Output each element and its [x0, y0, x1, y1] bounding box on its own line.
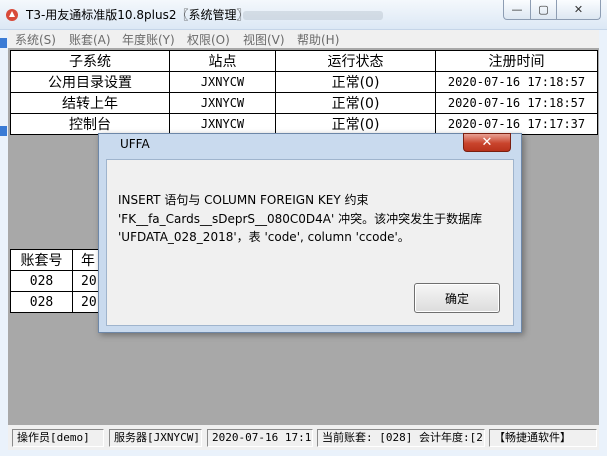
column-header: 站点 — [169, 50, 276, 72]
status-current-account: 当前账套: [028] 会计年度:[2 — [317, 429, 485, 447]
dialog-message-line: INSERT 语句与 COLUMN FOREIGN KEY 约束 — [118, 193, 369, 207]
table-cell: 结转上年 — [10, 92, 170, 114]
table-header: 子系统 站点 运行状态 注册时间 — [10, 50, 598, 72]
subsystem-table: 子系统 站点 运行状态 注册时间 公用目录设置 JXNYCW 正常(0) 202… — [10, 50, 598, 135]
maximize-button[interactable]: ▢ — [530, 0, 557, 20]
menu-view[interactable]: 视图(V) — [243, 31, 285, 48]
table-cell: JXNYCW — [169, 113, 276, 135]
menu-system[interactable]: 系统(S) — [15, 31, 56, 48]
column-header: 子系统 — [10, 50, 170, 72]
status-datetime: 2020-07-16 17:19 — [207, 429, 313, 447]
dialog-message-line: 'FK__fa_Cards__sDeprS__080C0D4A' 冲突。该冲突发… — [118, 212, 483, 226]
maximize-icon: ▢ — [538, 3, 549, 16]
table-cell: JXNYCW — [169, 71, 276, 93]
minimize-icon: — — [511, 3, 523, 16]
status-server: 服务器[JXNYCW] — [109, 429, 202, 447]
column-header: 注册时间 — [435, 50, 598, 72]
title-blur-overlay — [243, 11, 383, 20]
close-icon: ✕ — [481, 135, 493, 150]
menu-help[interactable]: 帮助(H) — [297, 31, 339, 48]
minimize-button[interactable]: — — [503, 0, 531, 20]
dialog-close-button[interactable]: ✕ — [463, 133, 511, 152]
table-row[interactable]: 控制台 JXNYCW 正常(0) 2020-07-16 17:17:37 — [10, 113, 598, 135]
close-icon: ✕ — [573, 3, 584, 16]
app-icon — [5, 7, 19, 21]
ok-button[interactable]: 确定 — [414, 283, 500, 313]
table-row[interactable]: 公用目录设置 JXNYCW 正常(0) 2020-07-16 17:18:57 — [10, 71, 598, 93]
table-cell: 控制台 — [10, 113, 170, 135]
table-cell: 正常(0) — [275, 113, 436, 135]
dialog-title: UFFA — [120, 137, 150, 151]
table-cell: JXNYCW — [169, 92, 276, 114]
table-cell: 2020-07-16 17:17:37 — [435, 113, 598, 135]
menu-account[interactable]: 账套(A) — [69, 31, 111, 48]
table-cell: 2020-07-16 17:18:57 — [435, 71, 598, 93]
status-brand: 【畅捷通软件】 — [489, 429, 597, 447]
table-row[interactable]: 结转上年 JXNYCW 正常(0) 2020-07-16 17:18:57 — [10, 92, 598, 114]
desktop-icon — [0, 38, 7, 48]
table-cell: 028 — [10, 270, 73, 292]
table-cell: 正常(0) — [275, 92, 436, 114]
close-button[interactable]: ✕ — [556, 0, 601, 20]
column-header: 运行状态 — [275, 50, 436, 72]
desktop-icon — [0, 126, 7, 136]
table-cell: 公用目录设置 — [10, 71, 170, 93]
window-title: T3-用友通标准版10.8plus2〖系统管理〗 — [26, 8, 249, 22]
dialog-message-line: 'UFDATA_028_2018'，表 'code', column 'ccod… — [118, 230, 410, 244]
table-cell: 028 — [10, 291, 73, 313]
menu-permission[interactable]: 权限(O) — [187, 31, 230, 48]
status-operator: 操作员[demo] — [12, 429, 104, 447]
column-header: 账套号 — [10, 249, 73, 271]
menu-year-account[interactable]: 年度账(Y) — [122, 31, 175, 48]
table-cell: 2020-07-16 17:18:57 — [435, 92, 598, 114]
table-cell: 正常(0) — [275, 71, 436, 93]
